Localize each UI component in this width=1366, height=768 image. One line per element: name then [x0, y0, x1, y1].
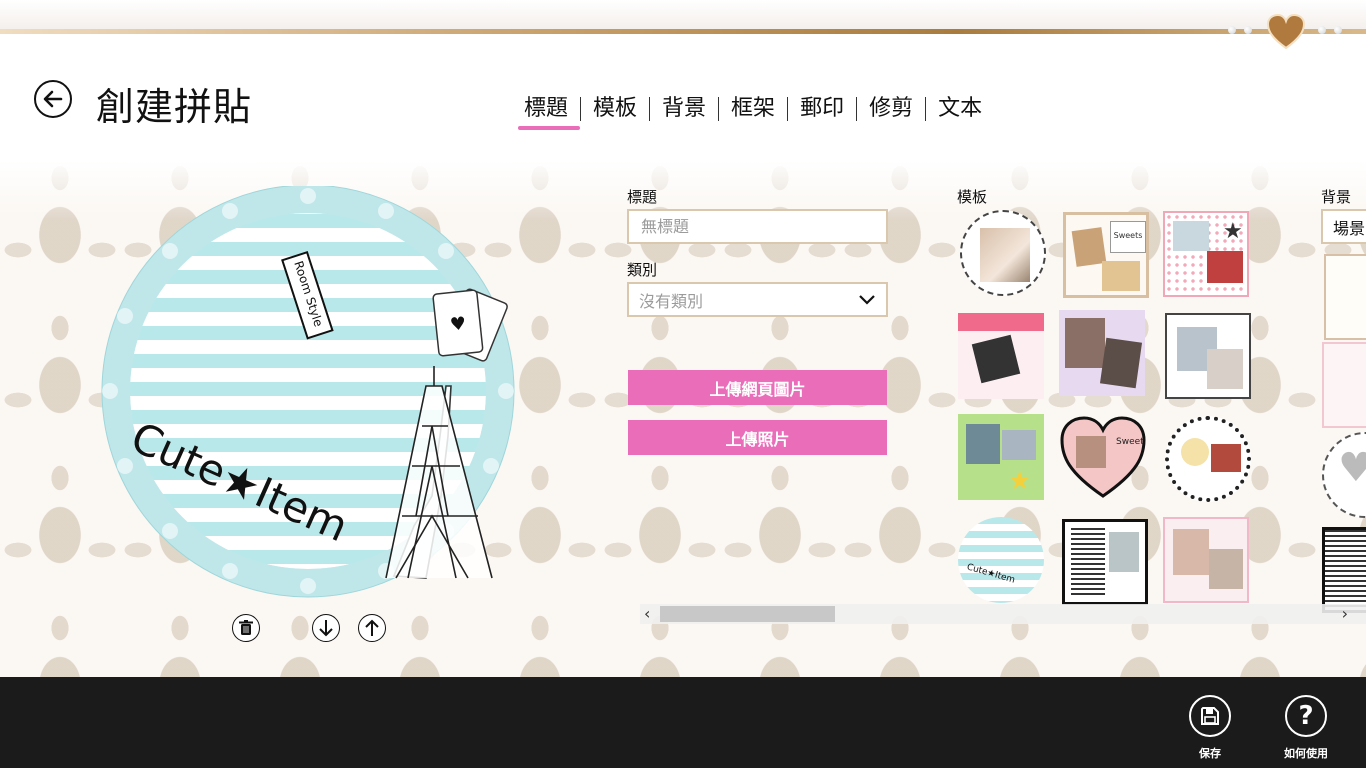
- heart-icon: [1266, 14, 1306, 50]
- star-icon: ★: [1008, 466, 1032, 496]
- tab-frame[interactable]: 框架: [719, 94, 787, 124]
- chevron-right-icon[interactable]: ›: [1342, 604, 1348, 624]
- upload-web-image-button[interactable]: 上傳網頁圖片: [628, 370, 887, 405]
- category-select-value: 沒有類別: [639, 291, 704, 311]
- move-up-button[interactable]: [358, 614, 386, 642]
- template-thumbnail[interactable]: ★: [958, 414, 1044, 500]
- arrow-up-icon: [365, 619, 379, 636]
- template-photo: [1002, 430, 1036, 460]
- background-thumbnail[interactable]: [1322, 527, 1366, 613]
- tab-trim[interactable]: 修剪: [857, 94, 925, 124]
- help-button-ring: ?: [1285, 695, 1327, 737]
- tab-template[interactable]: 模板: [581, 94, 649, 124]
- template-thumbnail[interactable]: [1163, 517, 1249, 603]
- save-button[interactable]: 保存: [1170, 695, 1250, 761]
- template-photo: [1173, 221, 1209, 251]
- chevron-down-icon: [859, 294, 875, 305]
- template-photo: [980, 228, 1030, 282]
- back-button[interactable]: [34, 80, 72, 118]
- horizontal-scrollbar[interactable]: ‹ ›: [640, 604, 1366, 624]
- sweet-cool-label: Sweet & Cool: [1116, 437, 1146, 447]
- move-down-button[interactable]: [312, 614, 340, 642]
- title-field-label: 標題: [627, 188, 658, 206]
- top-decor-bar: [0, 0, 1366, 30]
- arrow-left-icon: [43, 90, 63, 108]
- save-button-ring: [1189, 695, 1231, 737]
- backgrounds-label: 背景: [1321, 188, 1352, 206]
- svg-text:♥: ♥: [449, 313, 467, 336]
- pearl-decor: [1244, 26, 1252, 34]
- smiley-icon: [1181, 438, 1209, 466]
- template-photo: [1173, 529, 1209, 575]
- template-photo: [1211, 444, 1241, 472]
- tab-background[interactable]: 背景: [650, 94, 718, 124]
- sweets-label: Sweets: [1110, 221, 1146, 253]
- app-bar: 保存 ? 如何使用: [0, 677, 1366, 768]
- template-thumbnail[interactable]: [960, 210, 1046, 296]
- tab-bar: 標題 模板 背景 框架 郵印 修剪 文本: [518, 94, 994, 130]
- page-title: 創建拼貼: [96, 85, 253, 129]
- template-photo: [1209, 549, 1243, 589]
- template-photo: [1109, 532, 1139, 572]
- category-select[interactable]: 沒有類別: [627, 282, 888, 317]
- template-thumbnail[interactable]: [958, 313, 1044, 399]
- template-thumbnail[interactable]: Sweets: [1063, 212, 1149, 298]
- gold-ribbon: [0, 29, 1366, 34]
- template-thumbnail[interactable]: [1165, 313, 1251, 399]
- template-photo: [1065, 318, 1105, 368]
- background-thumbnail[interactable]: [1322, 342, 1366, 428]
- pearl-decor: [1334, 26, 1342, 34]
- delete-button[interactable]: [232, 614, 260, 642]
- scrollbar-thumb[interactable]: [660, 606, 835, 622]
- question-mark-icon: ?: [1298, 701, 1314, 731]
- background-scene-value: 場景: [1333, 218, 1366, 238]
- title-field: [627, 209, 888, 244]
- template-banner: [958, 313, 1044, 331]
- chevron-left-icon[interactable]: ‹: [644, 604, 650, 624]
- template-thumbnail[interactable]: [1165, 416, 1251, 502]
- templates-label: 模板: [957, 188, 988, 206]
- background-thumbnail[interactable]: [1324, 254, 1366, 340]
- background-scene-select[interactable]: 場景: [1321, 209, 1366, 244]
- template-thumbnail[interactable]: Cute★Item: [958, 517, 1044, 603]
- category-field-label: 類別: [627, 261, 658, 279]
- heart-icon: ♥: [1338, 448, 1366, 488]
- tab-title[interactable]: 標題: [518, 94, 581, 130]
- template-thumbnail[interactable]: [1059, 310, 1145, 396]
- template-photo: [1099, 337, 1143, 389]
- arrow-down-icon: [319, 620, 333, 637]
- cute-item-label: Cute★Item: [965, 562, 1017, 586]
- template-thumbnail[interactable]: [1062, 519, 1148, 605]
- template-text-block: [1071, 528, 1105, 598]
- template-photo: [1102, 261, 1140, 291]
- collage-preview[interactable]: Room Style ♣ ♥ Cute★Item: [96, 186, 526, 606]
- template-photo: [966, 424, 1000, 464]
- help-label: 如何使用: [1284, 747, 1328, 760]
- trash-icon: [239, 620, 253, 635]
- tab-stamp[interactable]: 郵印: [788, 94, 856, 124]
- template-photo: [1207, 349, 1243, 389]
- help-button[interactable]: ? 如何使用: [1266, 695, 1346, 761]
- floppy-disk-icon: [1201, 707, 1219, 725]
- tab-text[interactable]: 文本: [926, 94, 994, 124]
- template-photo: [1207, 251, 1243, 283]
- save-label: 保存: [1199, 747, 1221, 760]
- star-icon: ★: [1223, 219, 1243, 244]
- title-input[interactable]: [639, 216, 876, 237]
- pearl-decor: [1228, 26, 1236, 34]
- template-thumbnail[interactable]: Sweet & Cool: [1060, 414, 1146, 500]
- upload-photo-button[interactable]: 上傳照片: [628, 420, 887, 455]
- template-photo: [971, 334, 1021, 384]
- pearl-decor: [1318, 26, 1326, 34]
- template-thumbnail[interactable]: ★: [1163, 211, 1249, 297]
